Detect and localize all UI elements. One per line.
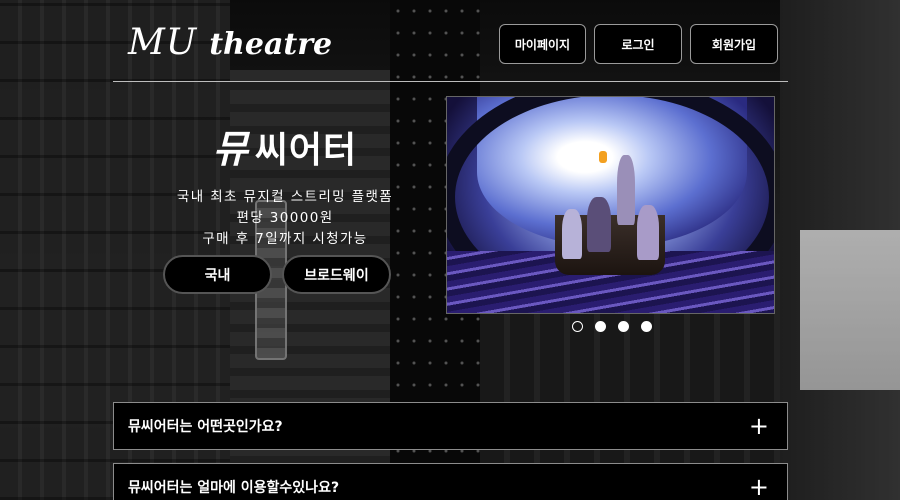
site-logo[interactable]: MU theatre	[128, 22, 332, 70]
plus-icon[interactable]: +	[749, 475, 769, 499]
top-nav: 마이페이지 로그인 회원가입	[499, 24, 778, 64]
hero-line-price: 편당 30000원	[236, 210, 334, 226]
signup-button[interactable]: 회원가입	[690, 24, 778, 64]
carousel-dot-1[interactable]	[572, 321, 583, 332]
hero-title-mu: 뮤	[212, 126, 249, 171]
site-header: MU theatre 마이페이지 로그인 회원가입	[113, 20, 788, 82]
faq-question: 뮤씨어터는 어떤곳인가요?	[128, 419, 283, 435]
domestic-button[interactable]: 국내	[163, 255, 272, 294]
hero-line-platform: 국내 최초 뮤지컬 스트리밍 플랫폼	[176, 189, 394, 205]
login-button[interactable]: 로그인	[594, 24, 682, 64]
hero-line-period: 구매 후 7일까지 시청가능	[202, 231, 368, 247]
faq-item-what[interactable]: 뮤씨어터는 어떤곳인가요? +	[113, 402, 788, 450]
faq-item-price[interactable]: 뮤씨어터는 얼마에 이용할수있나요? +	[113, 463, 788, 500]
logo-theatre: theatre	[209, 27, 333, 62]
carousel-slide-image[interactable]	[446, 96, 775, 314]
broadway-button[interactable]: 브로드웨이	[282, 255, 391, 294]
faq-question: 뮤씨어터는 얼마에 이용할수있나요?	[128, 480, 340, 496]
logo-mu: MU	[128, 22, 198, 63]
hero-description: 국내 최초 뮤지컬 스트리밍 플랫폼 편당 30000원 구매 후 7일까지 시…	[140, 187, 430, 250]
hero-title-rest: 씨어터	[254, 130, 358, 171]
carousel-dot-3[interactable]	[618, 321, 629, 332]
plus-icon[interactable]: +	[749, 414, 769, 438]
carousel-dot-2[interactable]	[595, 321, 606, 332]
hero-title: 뮤 씨어터	[140, 118, 430, 173]
hero-section: 뮤 씨어터 국내 최초 뮤지컬 스트리밍 플랫폼 편당 30000원 구매 후 7…	[140, 118, 430, 250]
carousel-dots	[572, 321, 652, 332]
mypage-button[interactable]: 마이페이지	[499, 24, 586, 64]
category-buttons: 국내 브로드웨이	[163, 255, 391, 294]
carousel-dot-4[interactable]	[641, 321, 652, 332]
